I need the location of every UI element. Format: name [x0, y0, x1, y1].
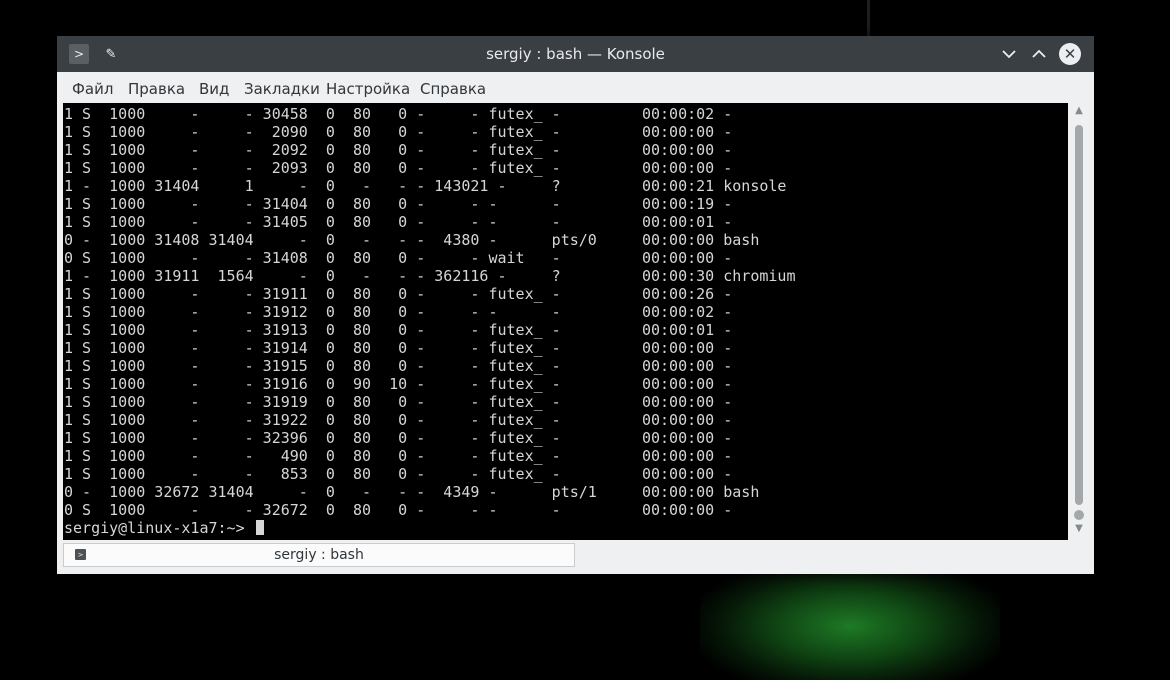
terminal-scrollbar[interactable]: ▲ ▼ [1070, 103, 1088, 540]
terminal-line: 1 S 1000 - - 31914 0 80 0 - - futex_ - 0… [64, 339, 733, 357]
terminal-line: 1 S 1000 - - 31911 0 80 0 - - futex_ - 0… [64, 285, 733, 303]
terminal-line: 0 S 1000 - - 31408 0 80 0 - - wait - 00:… [64, 249, 733, 267]
scrollbar-handle[interactable] [1075, 125, 1083, 505]
terminal-line: 1 S 1000 - - 31404 0 80 0 - - - - 00:00:… [64, 195, 733, 213]
desktop-background-line [867, 0, 870, 36]
session-tab-label: sergiy : bash [274, 547, 364, 563]
chevron-down-icon [1002, 50, 1016, 59]
terminal-line: 1 S 1000 - - 30458 0 80 0 - - futex_ - 0… [64, 105, 733, 123]
scroll-up-icon[interactable]: ▲ [1070, 105, 1088, 116]
menu-view[interactable]: Вид [199, 80, 229, 98]
desktop-wallpaper-glow [700, 560, 1000, 680]
scrollbar-end-dot [1074, 510, 1084, 520]
session-tab[interactable]: > sergiy : bash [63, 543, 575, 567]
terminal-line: 0 S 1000 - - 32672 0 80 0 - - - - 00:00:… [64, 501, 733, 519]
minimize-button[interactable] [999, 44, 1019, 64]
terminal-line: 0 - 1000 32672 31404 - 0 - - - 4349 - pt… [64, 483, 760, 501]
terminal-line: 1 S 1000 - - 2093 0 80 0 - - futex_ - 00… [64, 159, 733, 177]
title-bar[interactable]: > ✎ sergiy : bash — Konsole ✕ [57, 36, 1094, 72]
scroll-down-icon[interactable]: ▼ [1070, 523, 1088, 534]
terminal-line: 1 S 1000 - - 31913 0 80 0 - - futex_ - 0… [64, 321, 733, 339]
terminal-line: 1 - 1000 31404 1 - 0 - - - 143021 - ? 00… [64, 177, 787, 195]
terminal-line: 1 S 1000 - - 490 0 80 0 - - futex_ - 00:… [64, 447, 733, 465]
terminal-line: 1 - 1000 31911 1564 - 0 - - - 362116 - ?… [64, 267, 796, 285]
terminal-line: 1 S 1000 - - 32396 0 80 0 - - futex_ - 0… [64, 429, 733, 447]
maximize-button[interactable] [1029, 44, 1049, 64]
menu-bookmarks[interactable]: Закладки [244, 80, 320, 98]
menu-settings[interactable]: Настройка [326, 80, 410, 98]
terminal-line: 1 S 1000 - - 31912 0 80 0 - - - - 00:00:… [64, 303, 733, 321]
terminal-output[interactable]: 1 S 1000 - - 30458 0 80 0 - - futex_ - 0… [63, 103, 1068, 540]
close-button[interactable]: ✕ [1059, 43, 1081, 65]
menu-file[interactable]: Файл [72, 80, 113, 98]
terminal-line: 1 S 1000 - - 31922 0 80 0 - - futex_ - 0… [64, 411, 733, 429]
menu-bar: Файл Правка Вид Закладки Настройка Справ… [57, 72, 1094, 103]
terminal-line: 1 S 1000 - - 2092 0 80 0 - - futex_ - 00… [64, 141, 733, 159]
menu-edit[interactable]: Правка [128, 80, 185, 98]
process-list-output: 1 S 1000 - - 30458 0 80 0 - - futex_ - 0… [64, 105, 796, 519]
menu-help[interactable]: Справка [420, 80, 486, 98]
window-title: sergiy : bash — Konsole [486, 45, 665, 63]
terminal-line: 1 S 1000 - - 31915 0 80 0 - - futex_ - 0… [64, 357, 733, 375]
terminal-lines: 1 S 1000 - - 30458 0 80 0 - - futex_ - 0… [64, 105, 796, 537]
shell-prompt: sergiy@linux-x1a7:~> [64, 519, 254, 537]
terminal-line: 1 S 1000 - - 31916 0 90 10 - - futex_ - … [64, 375, 733, 393]
terminal-line: 1 S 1000 - - 31405 0 80 0 - - - - 00:00:… [64, 213, 733, 231]
close-icon: ✕ [1063, 45, 1077, 63]
konsole-window: > ✎ sergiy : bash — Konsole ✕ Файл Правк… [57, 36, 1094, 574]
terminal-line: 1 S 1000 - - 31919 0 80 0 - - futex_ - 0… [64, 393, 733, 411]
terminal-line: 1 S 1000 - - 2090 0 80 0 - - futex_ - 00… [64, 123, 733, 141]
terminal-line: 0 - 1000 31408 31404 - 0 - - - 4380 - pt… [64, 231, 760, 249]
chevron-up-icon [1032, 49, 1046, 58]
text-cursor [255, 520, 264, 535]
terminal-line: 1 S 1000 - - 853 0 80 0 - - futex_ - 00:… [64, 465, 733, 483]
